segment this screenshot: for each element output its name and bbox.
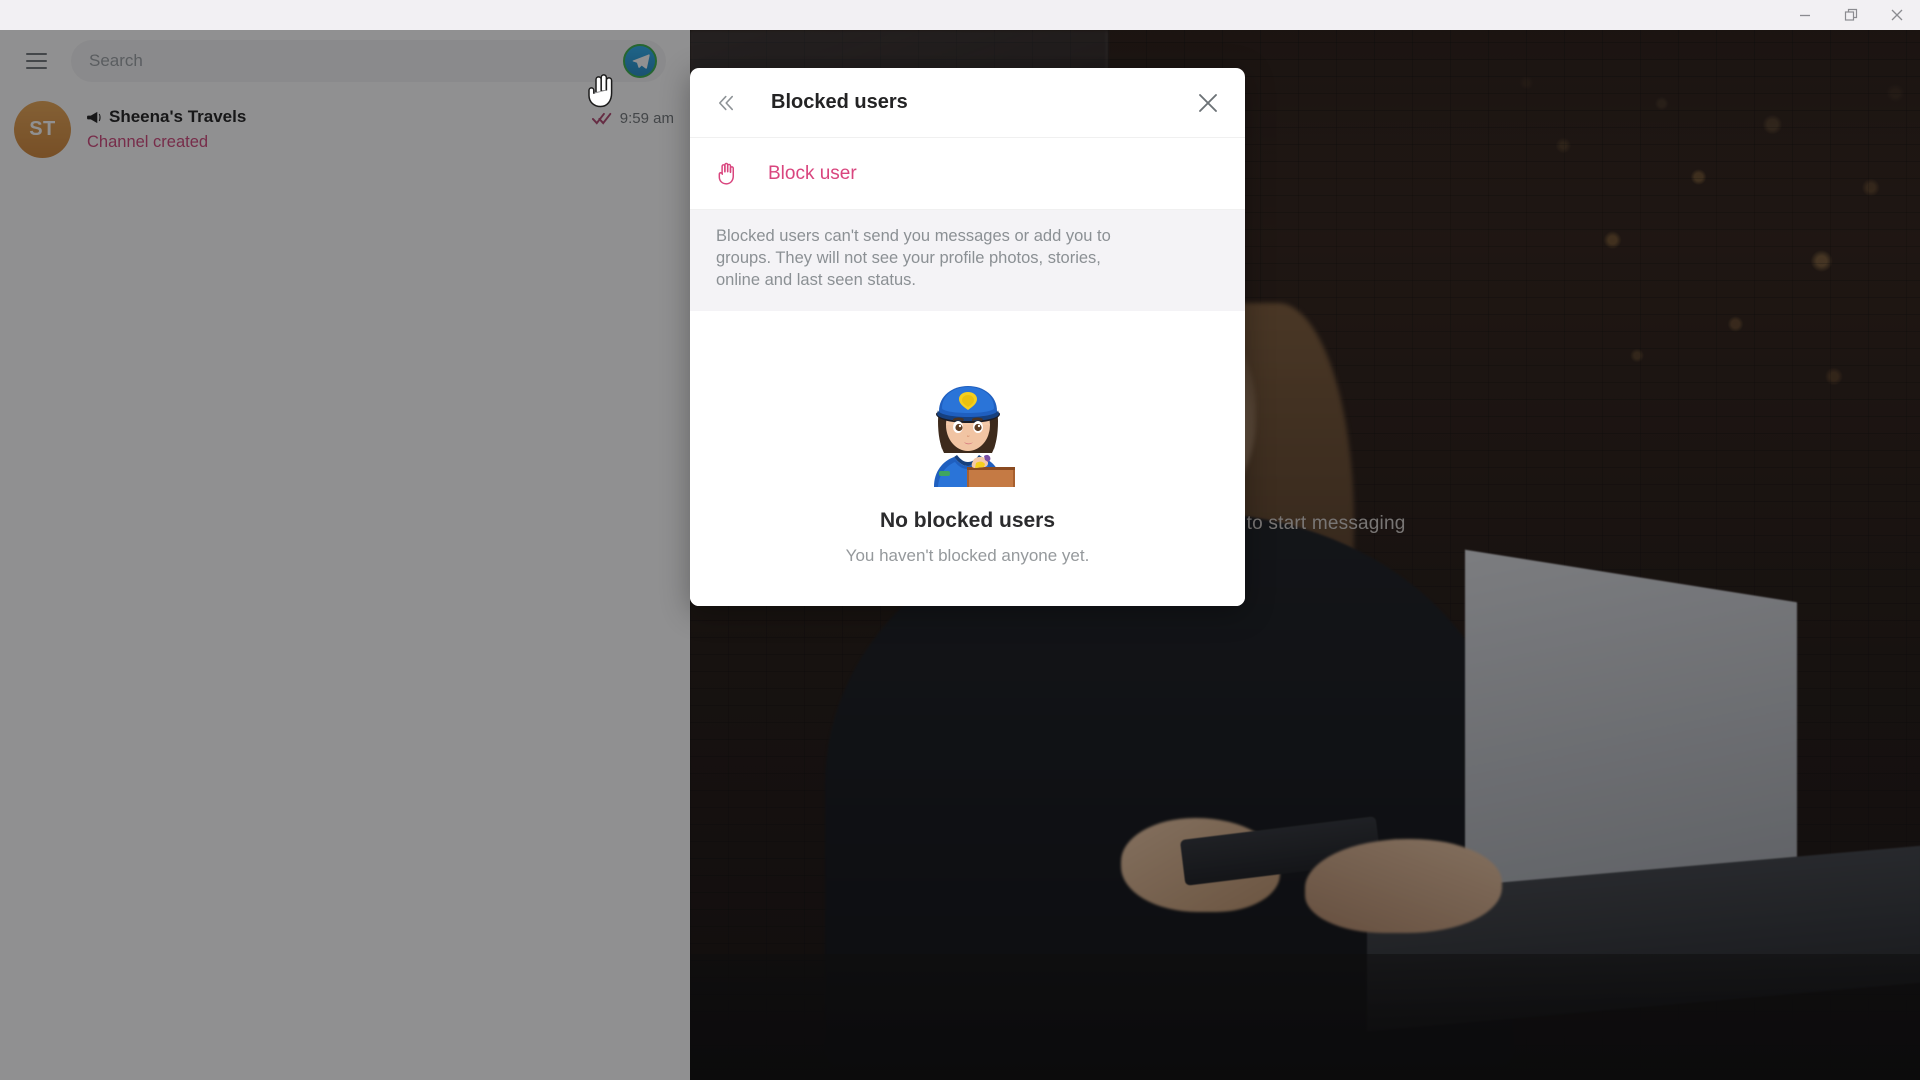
- page-title: Blocked users: [771, 91, 908, 113]
- back-arrow-icon[interactable]: [712, 86, 746, 120]
- block-user-button[interactable]: Block user: [690, 138, 1245, 210]
- empty-state-subtitle: You haven't blocked anyone yet.: [845, 546, 1090, 566]
- blocked-users-description: Blocked users can't send you messages or…: [690, 210, 1245, 312]
- minimize-icon[interactable]: [1782, 0, 1828, 30]
- close-icon[interactable]: [1874, 0, 1920, 30]
- empty-state: No blocked users You haven't blocked any…: [690, 311, 1245, 607]
- close-x-icon[interactable]: [1191, 86, 1225, 120]
- description-text: Blocked users can't send you messages or…: [716, 227, 1111, 289]
- window-titlebar: [0, 0, 1920, 30]
- raised-hand-block-icon: [712, 161, 742, 187]
- restore-icon[interactable]: [1828, 0, 1874, 30]
- empty-state-title: No blocked users: [879, 509, 1056, 533]
- block-user-label: Block user: [768, 162, 857, 184]
- modal-header: Blocked users: [690, 68, 1245, 138]
- blocked-users-modal: Blocked users Block user Blocked users c…: [690, 68, 1245, 607]
- pointing-hand-cursor: [583, 72, 621, 119]
- woman-police-officer-emoji: [690, 367, 1245, 488]
- telegram-desktop-window: chat to start messaging Search ST Sheena…: [0, 0, 1920, 1080]
